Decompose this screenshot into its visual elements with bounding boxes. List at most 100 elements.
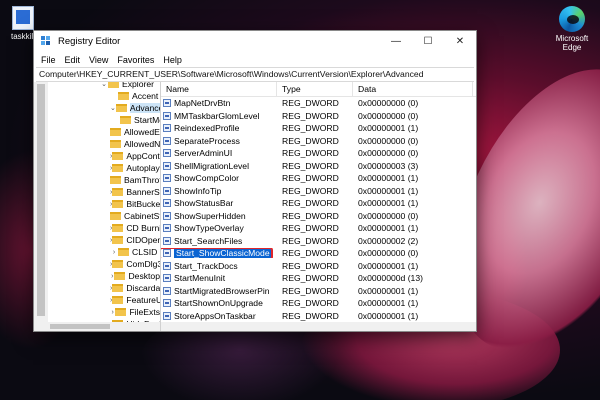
tree-item[interactable]: ›FeatureUsage [48,294,160,306]
registry-value-icon [163,174,171,183]
tree-item-label: FeatureUsage [126,295,160,305]
folder-icon [112,284,124,292]
tree-item[interactable]: ›AutoplayHanc [48,162,160,174]
values-pane[interactable]: Name Type Data MapNetDrvBtn REG_DWORD 0x00… [161,82,476,331]
value-name-cell: ShowCompColor [161,173,277,183]
column-header-name[interactable]: Name [161,82,277,96]
close-button[interactable]: ✕ [444,31,476,52]
value-row[interactable]: SeparateProcess REG_DWORD 0x00000000 (0) [161,135,476,148]
address-bar[interactable]: Computer\HKEY_CURRENT_USER\Software\Micr… [36,67,474,82]
folder-icon [114,272,126,280]
value-type: REG_DWORD [282,148,339,159]
folder-icon [118,248,129,256]
value-name-cell: StartMigratedBrowserPin [161,286,277,296]
tree-item[interactable]: ›AppContract [48,150,160,162]
folder-icon [115,308,127,316]
menu-favorites[interactable]: Favorites [117,55,154,65]
menu-help[interactable]: Help [163,55,182,65]
value-row[interactable]: Start_TrackDocs REG_DWORD 0x00000001 (1) [161,260,476,273]
value-row[interactable]: ShowTypeOverlay REG_DWORD 0x00000001 (1) [161,222,476,235]
column-header-data[interactable]: Data [353,82,473,96]
tree-item[interactable]: ⌄ Explorer [48,82,160,90]
tree-item[interactable]: ›ComDlg32 [48,258,160,270]
tree-item[interactable]: ›Discardable [48,282,160,294]
chevron-down-icon[interactable]: ⌄ [100,82,108,88]
tree-item[interactable]: BamThrottling [48,174,160,186]
value-name-cell: Start_ShowClassicMode [161,248,277,259]
tree-item[interactable]: › BitBucket [48,198,160,210]
window-title: Registry Editor [58,36,121,47]
tree-horizontal-scrollbar[interactable] [34,322,160,331]
scrollbar-thumb[interactable] [50,324,110,329]
desktop-icon-edge[interactable]: Microsoft Edge [548,6,596,52]
tree-item[interactable]: › FileExts [48,306,160,318]
tree-item[interactable]: ›CD Burning [48,222,160,234]
folder-icon [112,236,124,244]
value-name: Start_TrackDocs [174,260,238,271]
value-data: 0x00000000 (0) [358,210,419,221]
value-data: 0x00000001 (1) [358,310,419,321]
value-row[interactable]: ShowInfoTip REG_DWORD 0x00000001 (1) [161,185,476,198]
menu-edit[interactable]: Edit [65,55,81,65]
tree-item[interactable]: › Desktop [48,270,160,282]
tree-item[interactable]: CabinetState [48,210,160,222]
chevron-right-icon[interactable]: › [110,249,118,256]
value-data: 0x00000001 (1) [358,285,419,296]
value-row[interactable]: Start_SearchFiles REG_DWORD 0x00000002 (2) [161,235,476,248]
registry-value-icon [163,99,171,108]
tree-vertical-scrollbar[interactable] [34,82,48,322]
folder-icon [108,82,119,88]
registry-value-icon [163,136,171,145]
value-data: 0x00000001 (1) [358,260,419,271]
value-row[interactable]: MapNetDrvBtn REG_DWORD 0x00000000 (0) [161,97,476,110]
value-type: REG_DWORD [282,310,339,321]
maximize-button[interactable]: ☐ [412,31,444,52]
tree-item-label: Advanced [129,103,160,113]
value-type: REG_DWORD [282,110,339,121]
tree-item-label: AutoplayHanc [126,163,160,173]
value-row[interactable]: StartMigratedBrowserPin REG_DWORD 0x000000… [161,285,476,298]
registry-value-icon [163,261,171,270]
tree-item[interactable]: AllowedNavig [48,138,160,150]
tree-item[interactable]: StartMode [48,114,160,126]
menu-view[interactable]: View [89,55,108,65]
value-name: ShowCompColor [174,173,239,184]
value-row[interactable]: ShowCompColor REG_DWORD 0x00000001 (1) [161,172,476,185]
tree-item[interactable]: › CIDOpen [48,234,160,246]
value-row[interactable]: StartMenuInit REG_DWORD 0x0000000d (13) [161,272,476,285]
value-row[interactable]: StartShownOnUpgrade REG_DWORD 0x00000001 (… [161,297,476,310]
tree-item[interactable]: AllowedEnum [48,126,160,138]
tree-item-label: Accent [132,91,159,101]
value-data: 0x00000000 (0) [358,248,419,259]
registry-value-icon [163,161,171,170]
tree-item[interactable]: ⌄Advanced [48,102,160,114]
column-header-type[interactable]: Type [277,82,353,96]
value-row[interactable]: ShellMigrationLevel REG_DWORD 0x00000003 (… [161,160,476,173]
tree-item[interactable]: ›BannerStore [48,186,160,198]
value-name: Start_SearchFiles [174,235,243,246]
registry-value-icon [163,111,171,120]
values-header: Name Type Data [161,82,476,97]
value-row[interactable]: StoreAppsOnTaskbar REG_DWORD 0x00000001 (1… [161,310,476,323]
value-row[interactable]: Start_ShowClassicMode REG_DWORD 0x00000000… [161,247,476,260]
value-row[interactable]: ReindexedProfile REG_DWORD 0x00000001 (1) [161,122,476,135]
value-name-cell: ShowStatusBar [161,198,277,208]
title-bar[interactable]: Registry Editor — ☐ ✕ [34,31,476,52]
value-row[interactable]: ServerAdminUI REG_DWORD 0x00000000 (0) [161,147,476,160]
key-tree-pane[interactable]: ⌄ Explorer Accent⌄AdvancedStartMode Allowed… [34,82,161,331]
minimize-button[interactable]: — [380,31,412,52]
value-type: REG_DWORD [282,235,339,246]
edge-browser-icon [559,6,585,32]
value-row[interactable]: ShowStatusBar REG_DWORD 0x00000001 (1) [161,197,476,210]
value-row[interactable]: MMTaskbarGlomLevel REG_DWORD 0x00000000 (0… [161,110,476,123]
tree-item[interactable]: › CLSID [48,246,160,258]
value-name-cell: MapNetDrvBtn [161,98,277,108]
value-row[interactable]: ShowSuperHidden REG_DWORD 0x00000000 (0) [161,210,476,223]
menu-file[interactable]: File [41,55,56,65]
tree-item[interactable]: Accent [48,90,160,102]
tree-item-label: CD Burning [126,223,161,233]
scrollbar-thumb[interactable] [37,84,45,316]
tree-item-label: CLSID [132,247,158,257]
folder-icon [110,128,121,136]
values-horizontal-scrollbar[interactable] [161,322,476,331]
